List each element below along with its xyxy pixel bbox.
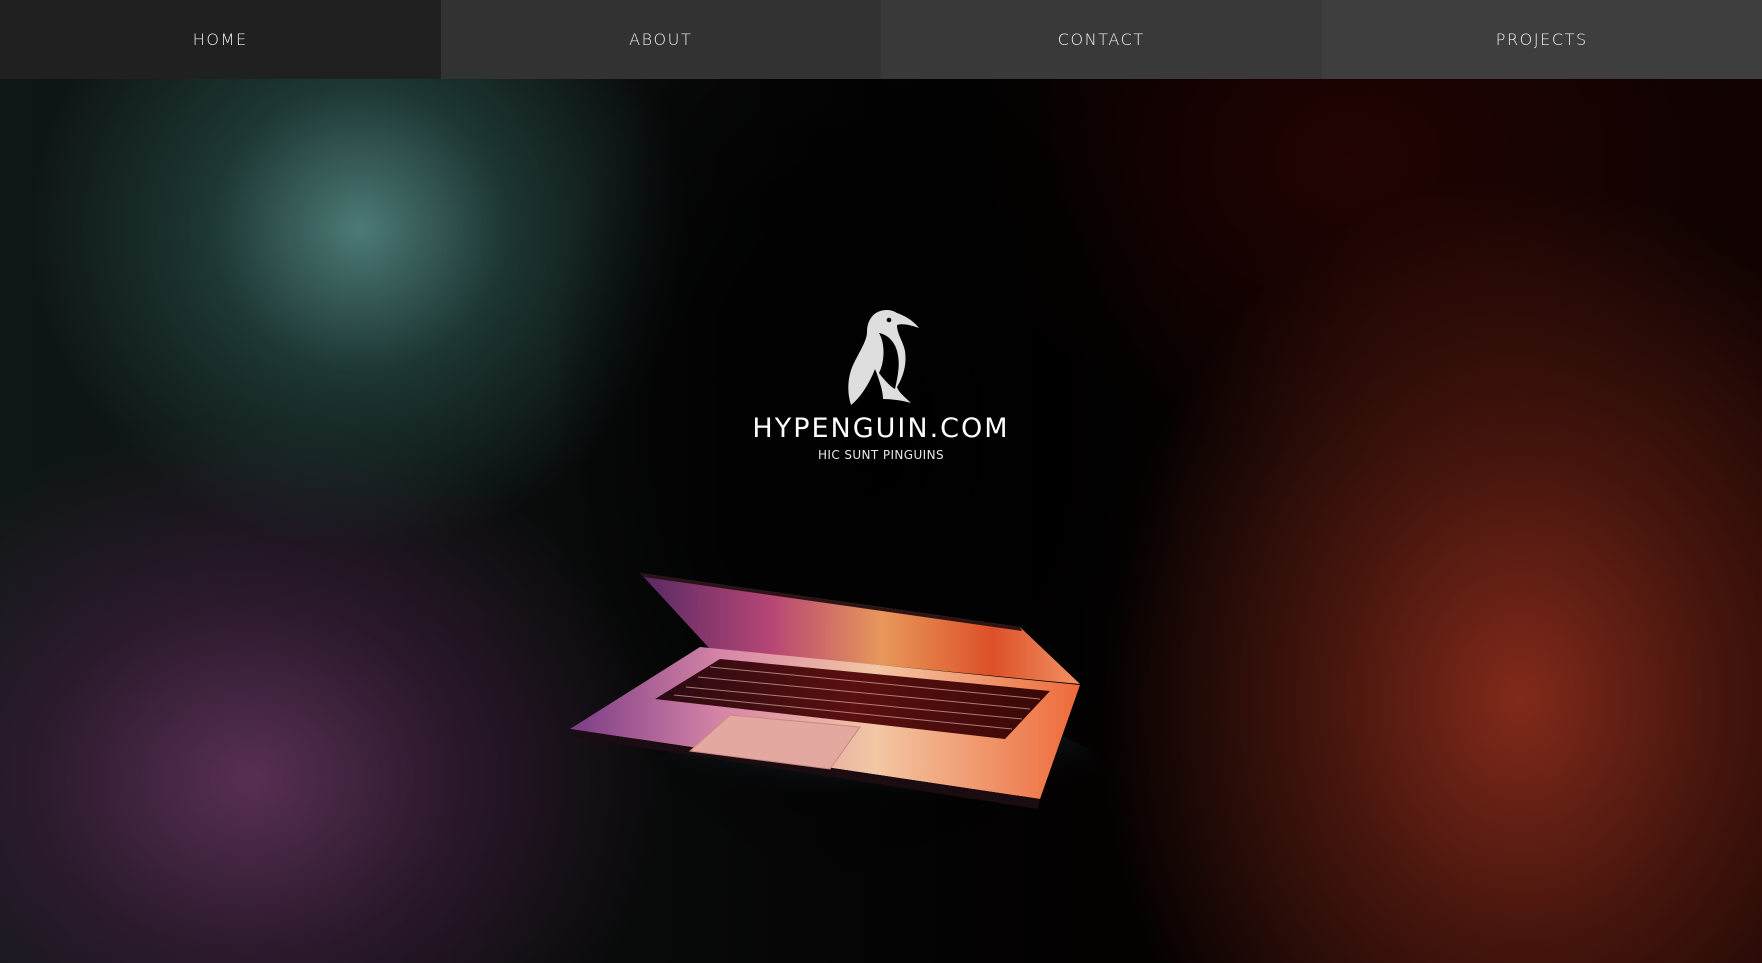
nav-home[interactable]: HOME [0, 0, 441, 79]
nav-projects[interactable]: PROJECTS [1321, 0, 1762, 79]
nav-contact[interactable]: CONTACT [881, 0, 1322, 79]
brand-name: HYPENGUIN.COM [752, 413, 1010, 444]
penguin-icon [848, 310, 919, 405]
top-navigation: HOME ABOUT CONTACT PROJECTS [0, 0, 1762, 79]
nav-about[interactable]: ABOUT [440, 0, 881, 79]
hero-section: HYPENGUIN.COM HIC SUNT PINGUINS [0, 79, 1762, 963]
brand-tagline: HIC SUNT PINGUINS [817, 448, 945, 462]
laptop-illustration [570, 573, 1110, 839]
site-logo[interactable]: HYPENGUIN.COM HIC SUNT PINGUINS [731, 307, 1031, 462]
